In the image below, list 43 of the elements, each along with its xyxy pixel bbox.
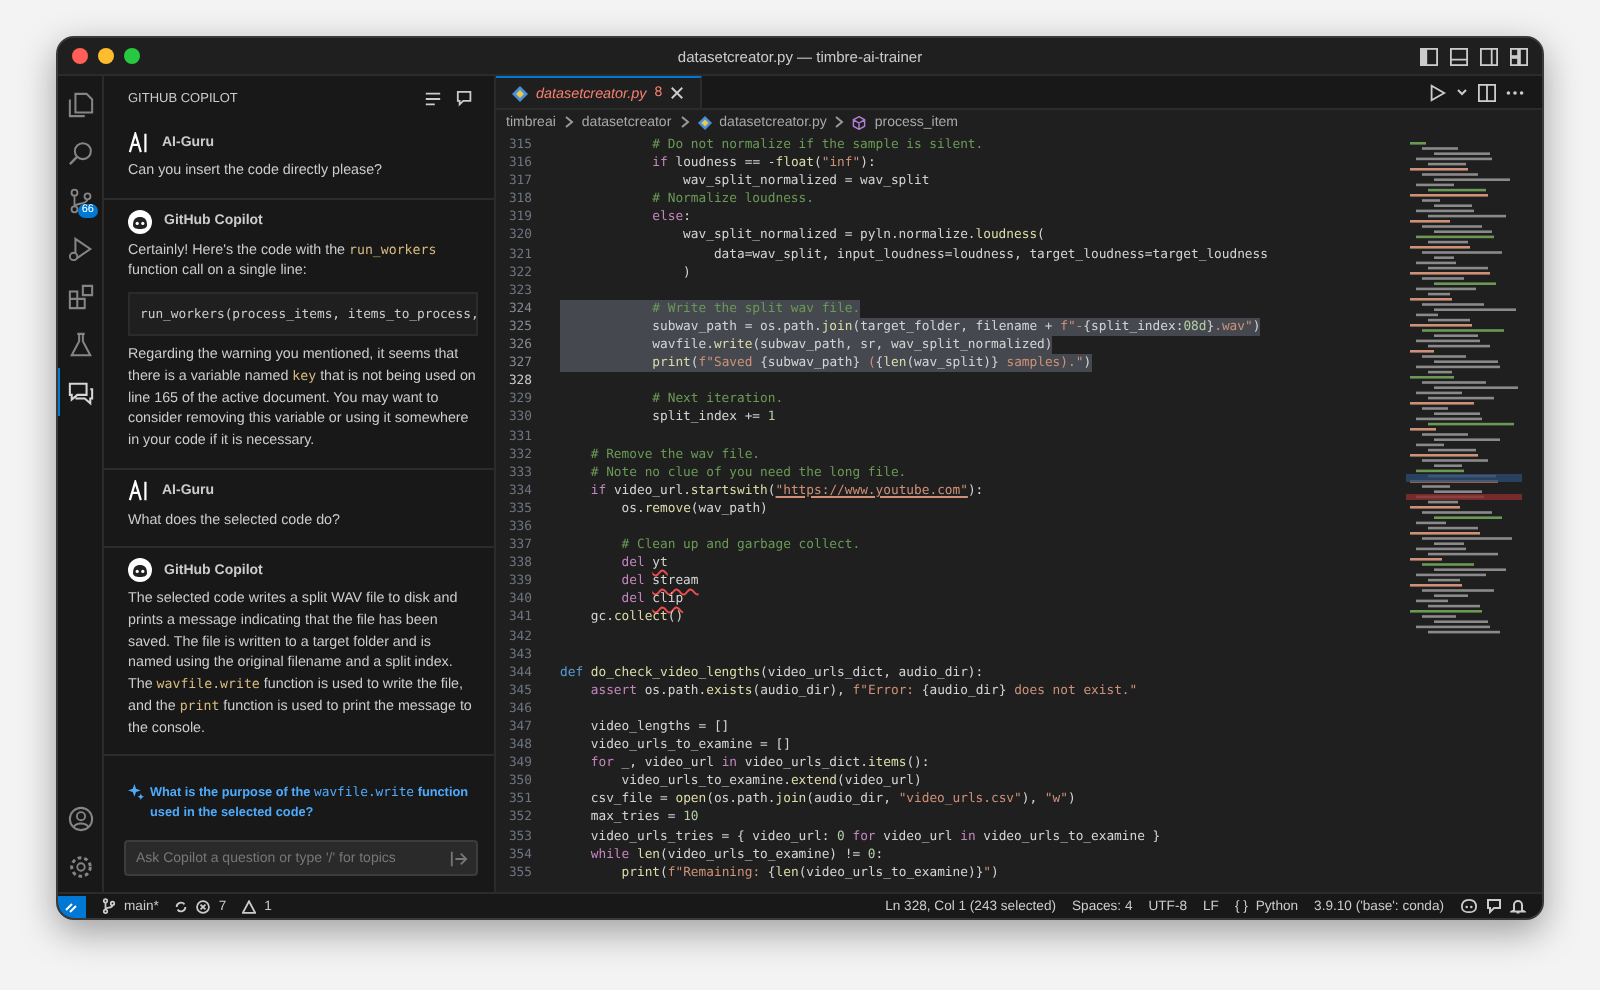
split-editor-icon[interactable] xyxy=(1478,83,1496,101)
more-actions-icon[interactable] xyxy=(1506,89,1524,95)
chat-history-icon[interactable] xyxy=(456,89,474,107)
search-icon[interactable] xyxy=(68,139,94,165)
python-file-icon xyxy=(697,115,712,129)
settings-icon[interactable] xyxy=(67,854,93,880)
clear-chat-icon[interactable] xyxy=(424,89,442,107)
chevron-right-icon xyxy=(563,116,574,128)
cube-icon xyxy=(852,115,867,129)
copilot-icon[interactable] xyxy=(1460,898,1478,914)
sparkle-icon xyxy=(128,784,144,800)
remote-icon[interactable] xyxy=(58,895,86,917)
account-icon[interactable] xyxy=(67,806,93,832)
copilot-avatar-icon xyxy=(128,558,152,583)
user-avatar-icon xyxy=(128,480,150,503)
sync-icon[interactable] xyxy=(174,899,189,913)
warning-icon xyxy=(242,899,257,913)
user-avatar-icon xyxy=(128,131,150,153)
chat-icon[interactable] xyxy=(68,379,94,405)
close-window-button[interactable] xyxy=(72,48,88,64)
python-file-icon xyxy=(512,85,528,101)
customize-layout-icon[interactable] xyxy=(1510,47,1528,65)
error-icon xyxy=(196,899,211,913)
zoom-window-button[interactable] xyxy=(124,48,140,64)
flask-icon[interactable] xyxy=(68,331,94,357)
run-debug-icon[interactable] xyxy=(68,235,94,261)
send-icon[interactable] xyxy=(450,849,468,867)
run-icon[interactable] xyxy=(1428,83,1446,101)
copilot-avatar-icon xyxy=(128,209,152,234)
minimize-window-button[interactable] xyxy=(98,48,114,64)
feedback-icon[interactable] xyxy=(1486,898,1502,914)
close-icon[interactable] xyxy=(670,86,685,100)
toggle-panel-icon[interactable] xyxy=(1450,47,1468,65)
caret-icon[interactable] xyxy=(1456,86,1468,98)
toggle-secondary-sidebar-icon[interactable] xyxy=(1480,47,1498,65)
source-control-icon[interactable] xyxy=(68,187,94,213)
files-icon[interactable] xyxy=(68,91,94,117)
chevron-right-icon xyxy=(834,116,845,128)
extensions-icon[interactable] xyxy=(68,283,94,309)
chevron-right-icon xyxy=(679,116,690,128)
toggle-sidebar-icon[interactable] xyxy=(1420,47,1438,65)
branch-icon xyxy=(102,898,116,914)
bell-icon[interactable] xyxy=(1510,898,1526,914)
